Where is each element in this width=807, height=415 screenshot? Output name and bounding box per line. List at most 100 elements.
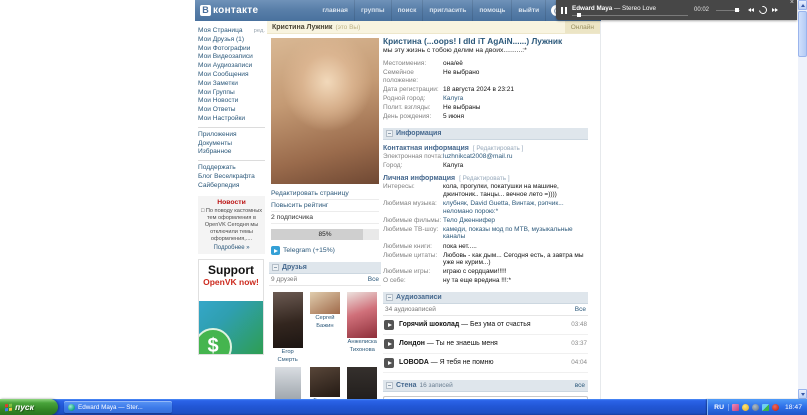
play-icon[interactable] <box>384 358 394 368</box>
games-value: играю с сердцами!!!!! <box>443 268 507 276</box>
friends-all-link[interactable]: Все <box>368 276 379 283</box>
taskbar: пуск Edward Maya — Ster... RU 18:47 <box>0 399 807 415</box>
windows-flag-icon <box>5 403 12 411</box>
page-body: Кристина Лужник (это Вы) Онлайн Моя Стра… <box>195 21 601 399</box>
friend-photo <box>310 292 340 314</box>
sidebar-item-my-messages[interactable]: Мои Сообщения <box>198 71 265 80</box>
player-volume-slider[interactable] <box>716 10 740 11</box>
language-indicator[interactable]: RU <box>714 404 729 411</box>
menu-item-search[interactable]: поиск <box>392 0 424 21</box>
vk-logo-icon: В <box>200 5 211 16</box>
scroll-up-icon[interactable] <box>798 0 807 10</box>
desktop-screen: В контакте главная группы поиск пригласи… <box>0 0 807 415</box>
banner-art: $ <box>199 301 263 355</box>
sidebar-item-my-settings[interactable]: Мои Настройки <box>198 115 265 124</box>
sidebar-item-my-notes[interactable]: Мои Заметки <box>198 80 265 89</box>
tray-shield-icon[interactable] <box>742 404 749 411</box>
collapse-icon[interactable] <box>386 130 393 137</box>
city-value: Калуга <box>443 162 463 170</box>
sidebar-edit-link[interactable]: ред. <box>254 28 265 34</box>
next-track-icon[interactable] <box>772 8 778 12</box>
interests-value: кола, прогулки, покатушки на машине, джи… <box>443 183 588 198</box>
friends-grid: Егор Смерть Сергей Бажин Анжелиска Тихон… <box>269 289 381 415</box>
telegram-link[interactable]: Telegram (+15%) <box>283 247 335 254</box>
start-button[interactable]: пуск <box>0 399 58 415</box>
progress-label: 85% <box>271 229 379 240</box>
tray-volume-icon[interactable] <box>752 404 759 411</box>
audios-all-link[interactable]: Все <box>575 306 586 313</box>
menu-item-logout[interactable]: выйти <box>512 0 546 21</box>
online-status-badge: Онлайн <box>565 21 600 33</box>
tv-shows-links[interactable]: камеди, показы мод по МТВ, музыкальные к… <box>443 226 588 241</box>
movies-links[interactable]: Тело Дженнифер <box>443 217 495 225</box>
music-links[interactable]: клубняк, David Guetta, Винтаж, рэпчик...… <box>443 200 588 215</box>
openvk-support-banner[interactable]: Support OpenVK now! $ <box>198 259 264 355</box>
tray-pen-icon[interactable] <box>732 404 739 411</box>
contact-info-edit-link[interactable]: [ Редактировать ] <box>473 145 524 152</box>
sidebar-item-my-audios[interactable]: Мои Аудиозаписи <box>198 62 265 71</box>
player-close-icon[interactable]: × <box>790 0 794 6</box>
tray-network-icon[interactable] <box>762 404 769 411</box>
sidebar-item-my-news[interactable]: Мои Новости <box>198 97 265 106</box>
taskbar-window-button[interactable]: Edward Maya — Ster... <box>64 401 172 413</box>
collapse-icon[interactable] <box>386 382 393 389</box>
pause-icon[interactable] <box>561 7 567 14</box>
play-icon[interactable] <box>384 320 394 330</box>
collapse-icon[interactable] <box>386 294 393 301</box>
sidebar-item-donate[interactable]: Поддержать <box>198 164 265 173</box>
edit-page-link[interactable]: Редактировать страницу <box>271 188 379 200</box>
progress-handle[interactable] <box>577 13 581 17</box>
friends-title: Друзья <box>282 264 307 271</box>
sidebar-item-my-answers[interactable]: Мои Ответы <box>198 106 265 115</box>
friend-card[interactable]: Егор Смерть <box>269 292 306 364</box>
friend-card[interactable]: Сергей Бажин <box>306 292 343 364</box>
sidebar: Моя Страница ред. Мои Друзья (1) Мои Фот… <box>198 27 265 355</box>
play-icon[interactable] <box>384 339 394 349</box>
profile-full-name: Кристина (...oops! I dId iT AgAiN......)… <box>383 36 588 46</box>
scrollbar-thumb[interactable] <box>798 11 807 57</box>
track-duration: 03:48 <box>571 321 587 328</box>
news-more-link[interactable]: Подробнее » <box>200 245 263 251</box>
profile-status[interactable]: мы эту жизнь с тобою делим на двоих.....… <box>383 47 588 54</box>
friend-card[interactable]: Анжелиска Тихонова <box>344 292 381 364</box>
contact-info-title: Контактная информация <box>383 145 469 152</box>
boost-rating-link[interactable]: Повысить рейтинг <box>271 200 379 212</box>
sidebar-item-my-page[interactable]: Моя Страница <box>198 27 243 36</box>
hometown-link[interactable]: Калуга <box>443 95 463 103</box>
friend-photo <box>347 292 377 338</box>
wall-all-link[interactable]: все <box>575 382 585 389</box>
sidebar-item-my-videos[interactable]: Мои Видеозаписи <box>198 53 265 62</box>
telegram-icon <box>271 246 280 255</box>
sidebar-item-cyberpedia[interactable]: Сайберпедия <box>198 182 265 191</box>
personal-info-title: Личная информация <box>383 175 455 182</box>
previous-track-icon[interactable] <box>748 8 754 12</box>
books-value: пока нет..... <box>443 243 477 251</box>
menu-item-groups[interactable]: группы <box>355 0 392 21</box>
news-title: Новости <box>200 199 263 206</box>
sidebar-item-blog[interactable]: Блог Веселкрафта <box>198 173 265 182</box>
scroll-down-icon[interactable] <box>798 389 807 399</box>
volume-handle[interactable] <box>735 8 739 12</box>
menu-item-invite[interactable]: пригласить <box>423 0 473 21</box>
sidebar-item-my-photos[interactable]: Мои Фотографии <box>198 45 265 54</box>
friends-count: 9 друзей <box>271 276 297 283</box>
audios-count: 34 аудиозаписей <box>385 306 436 313</box>
media-player-icon <box>68 404 75 411</box>
profile-name-bar-name: Кристина Лужник <box>272 24 332 31</box>
sidebar-item-my-friends[interactable]: Мои Друзья (1) <box>198 36 265 45</box>
sidebar-item-favorites[interactable]: Избранное <box>198 148 265 157</box>
profile-photo[interactable] <box>271 38 379 184</box>
scrollbar[interactable] <box>798 0 807 399</box>
collapse-icon[interactable] <box>272 264 279 271</box>
repeat-icon[interactable] <box>757 4 768 15</box>
sidebar-item-my-groups[interactable]: Мои Группы <box>198 89 265 98</box>
tray-alert-icon[interactable] <box>772 404 779 411</box>
sidebar-item-apps[interactable]: Приложения <box>198 131 265 140</box>
personal-info-edit-link[interactable]: [ Редактировать ] <box>459 175 510 182</box>
email-link[interactable]: luzhnikcat2008@mail.ru <box>443 153 512 161</box>
menu-item-home[interactable]: главная <box>316 0 355 21</box>
menu-item-help[interactable]: помощь <box>473 0 512 21</box>
marital-status-value: Не выбрано <box>443 69 479 84</box>
player-progress-bar[interactable] <box>572 15 688 16</box>
vk-logo[interactable]: В контакте <box>200 5 258 16</box>
